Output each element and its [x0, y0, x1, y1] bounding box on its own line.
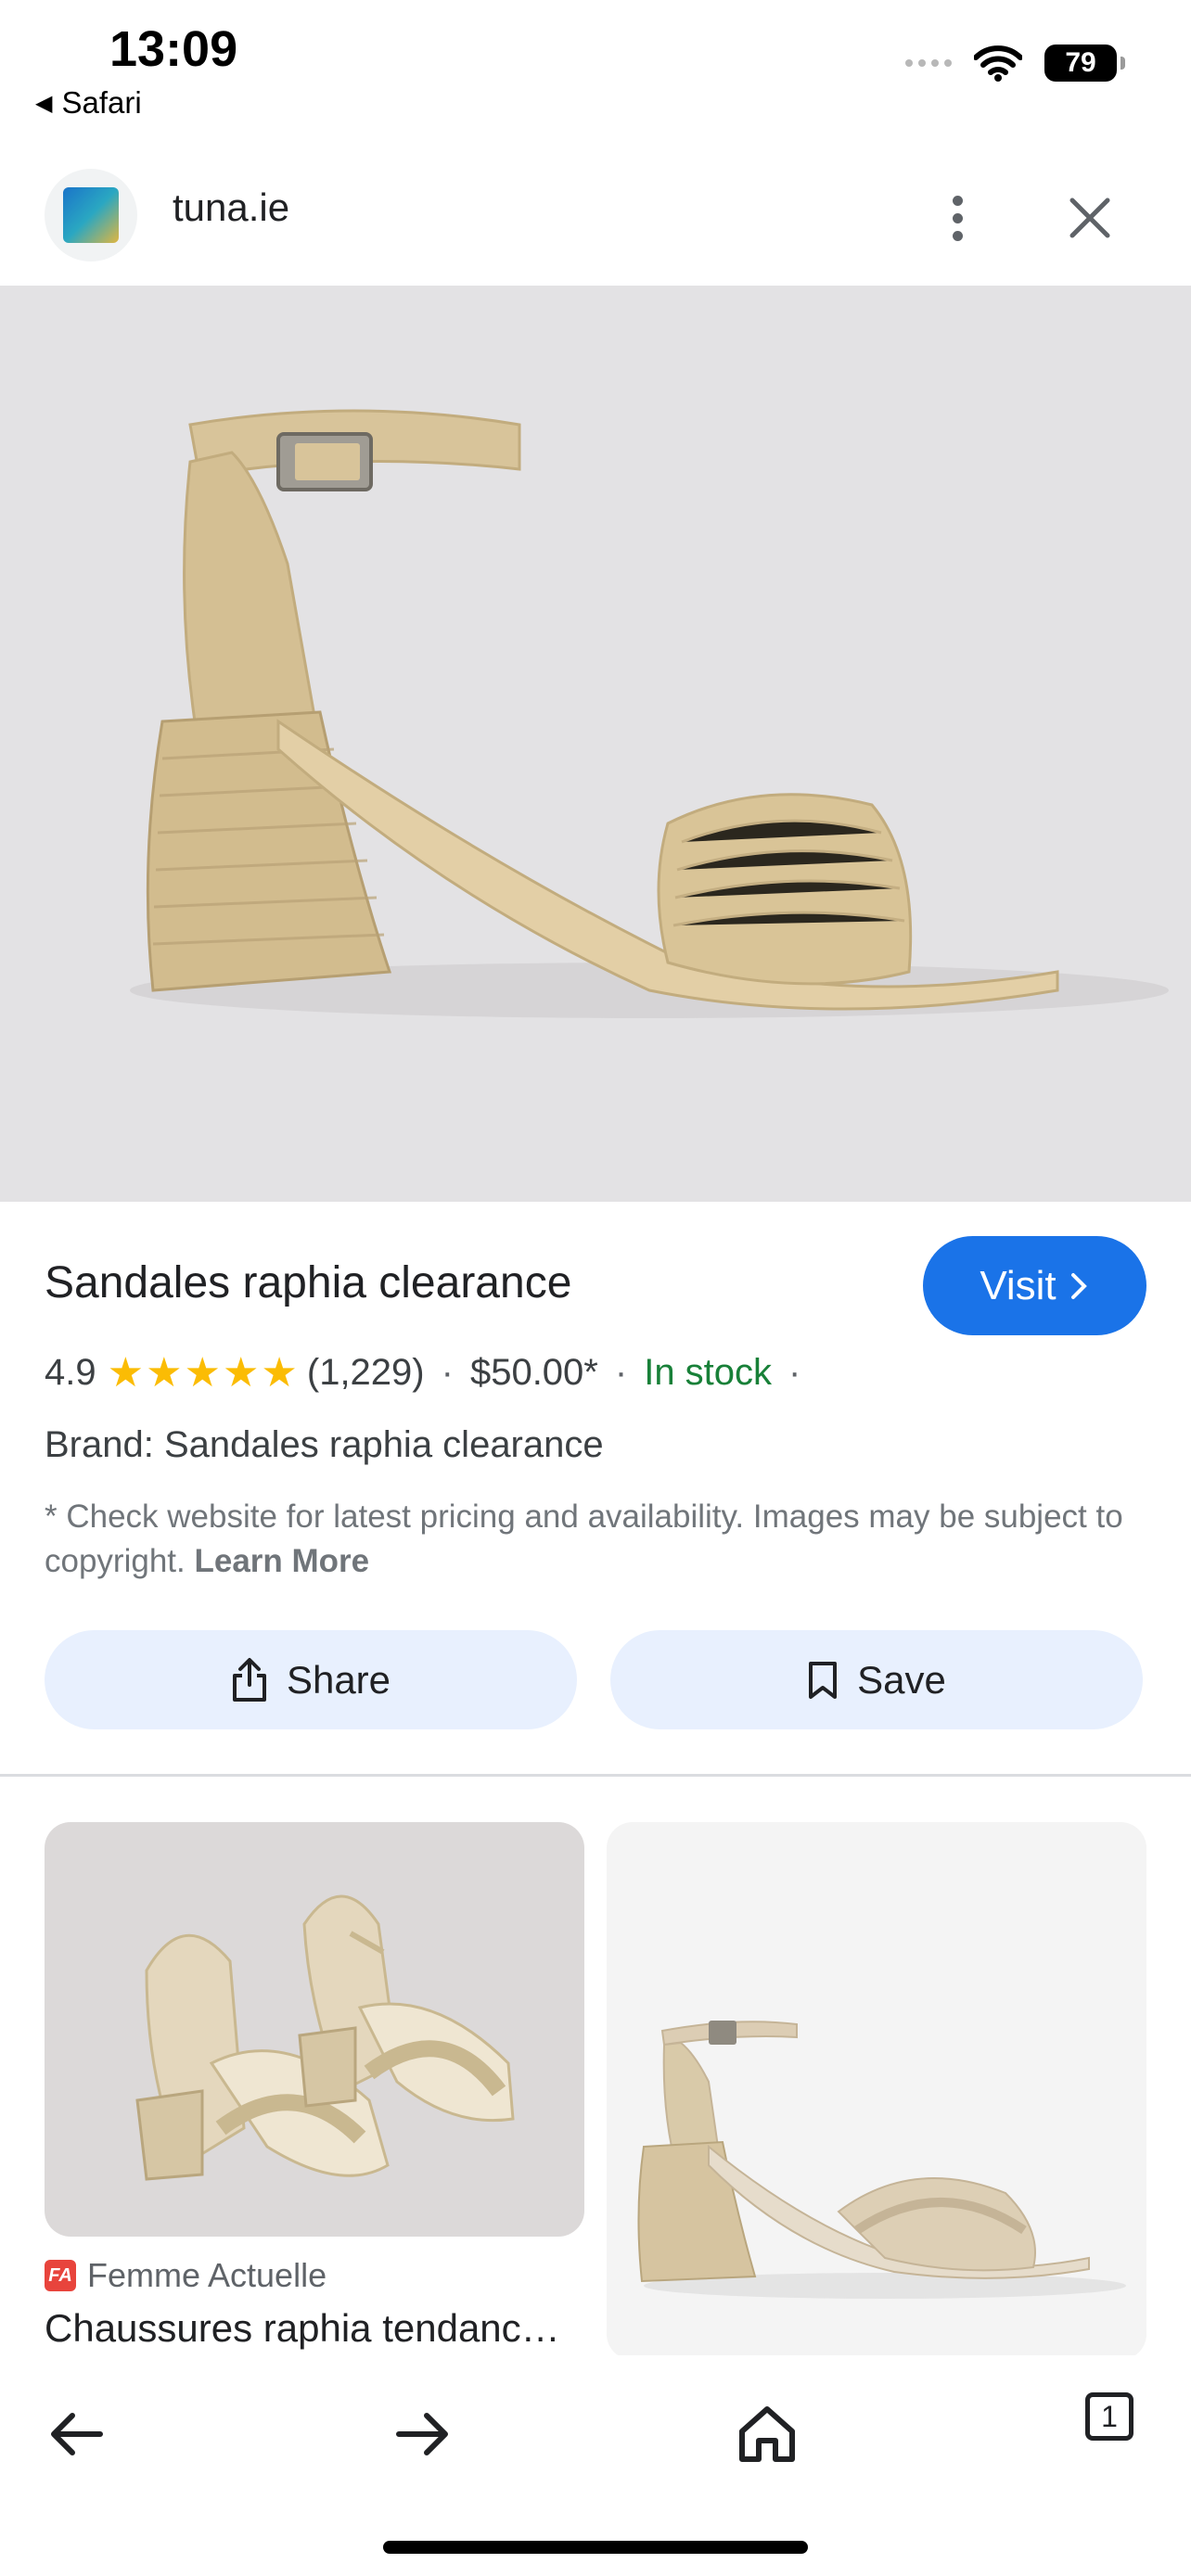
separator-dot: ·: [441, 1352, 454, 1393]
sheet-header: tuna.ie: [0, 158, 1191, 287]
battery-icon: 79: [1044, 45, 1125, 82]
sandal-illustration: [130, 409, 1169, 1018]
wifi-icon: [974, 45, 1022, 82]
sandals-pair-illustration: [135, 1894, 515, 2181]
back-arrow-icon[interactable]: [45, 2402, 109, 2467]
product-image[interactable]: [0, 286, 1191, 1202]
product-title: Sandales raphia clearance: [45, 1258, 572, 1307]
back-triangle-icon: ◀: [35, 90, 53, 116]
share-label: Share: [286, 1657, 391, 1702]
back-label: Safari: [61, 85, 142, 120]
review-count[interactable]: (1,229): [307, 1352, 425, 1394]
forward-arrow-icon[interactable]: [390, 2402, 455, 2467]
brand-line: Brand: Sandales raphia clearance: [45, 1424, 604, 1465]
rating-row: 4.9 ★ ★ ★ ★ ★ (1,229) · $50.00* · In stock ·: [45, 1352, 817, 1394]
more-options-icon[interactable]: [929, 185, 985, 250]
home-indicator: [383, 2541, 808, 2554]
rating-value: 4.9: [45, 1352, 96, 1393]
stock-status: In stock: [644, 1352, 773, 1393]
visit-button[interactable]: Visit: [923, 1236, 1146, 1335]
save-label: Save: [857, 1657, 946, 1702]
back-to-safari[interactable]: ◀ Safari: [35, 85, 142, 121]
related-card-image[interactable]: [45, 1822, 584, 2237]
share-icon: [232, 1657, 266, 1702]
section-divider: [0, 1774, 1191, 1777]
sandal-side-illustration: [637, 2021, 1126, 2299]
status-indicators: 79: [905, 45, 1125, 82]
close-icon[interactable]: [1057, 185, 1122, 250]
save-button[interactable]: Save: [610, 1630, 1143, 1729]
battery-level: 79: [1065, 47, 1096, 78]
separator-dot: ·: [788, 1352, 801, 1393]
separator-dot: ·: [614, 1352, 628, 1393]
share-button[interactable]: Share: [45, 1630, 577, 1729]
visit-label: Visit: [980, 1262, 1057, 1308]
related-card-title[interactable]: Chaussures raphia tendanc…: [45, 2306, 584, 2351]
site-favicon: [45, 169, 137, 261]
related-card-image[interactable]: [607, 1822, 1146, 2360]
star-rating-icon: ★ ★ ★ ★ ★: [107, 1349, 298, 1396]
femme-actuelle-logo-icon: FA: [45, 2260, 76, 2291]
tabs-button[interactable]: 1: [1085, 2392, 1133, 2441]
related-source: FA Femme Actuelle: [45, 2256, 327, 2295]
home-icon[interactable]: [735, 2402, 800, 2467]
source-name: Femme Actuelle: [87, 2256, 327, 2294]
site-name[interactable]: tuna.ie: [173, 185, 289, 230]
bookmark-icon: [809, 1661, 838, 1699]
learn-more-link[interactable]: Learn More: [194, 1543, 369, 1579]
tab-count: 1: [1101, 2399, 1118, 2433]
disclaimer: * Check website for latest pricing and a…: [45, 1495, 1148, 1584]
price: $50.00*: [469, 1352, 598, 1393]
chevron-right-icon: [1070, 1272, 1087, 1299]
cellular-signal-icon: [905, 59, 952, 67]
status-time: 13:09: [109, 21, 238, 77]
